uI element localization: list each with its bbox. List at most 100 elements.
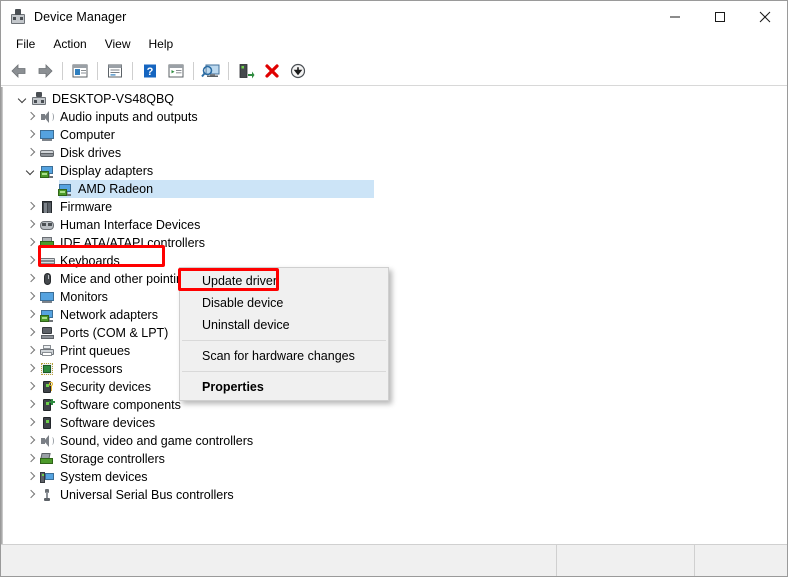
forward-button[interactable] [32, 59, 58, 83]
tree-row[interactable]: Universal Serial Bus controllers [3, 486, 787, 504]
tree-row[interactable]: Software devices [3, 414, 787, 432]
tree-row-label: Display adapters [60, 164, 154, 178]
chevron-right-icon[interactable] [23, 253, 39, 269]
menu-file[interactable]: File [7, 34, 44, 56]
update-driver-icon[interactable] [233, 59, 259, 83]
chevron-right-icon[interactable] [23, 289, 39, 305]
tree-row-label: System devices [60, 470, 148, 484]
chevron-right-icon[interactable] [23, 217, 39, 233]
menu-action[interactable]: Action [44, 34, 95, 56]
tree-rows-container: Audio inputs and outputs Computer Disk dri… [3, 108, 787, 504]
tree-row-label: Firmware [60, 200, 113, 214]
chevron-right-icon[interactable] [23, 235, 39, 251]
chevron-down-icon[interactable] [15, 91, 31, 107]
printer-icon [39, 343, 55, 359]
tree-row-label: Ports (COM & LPT) [60, 326, 169, 340]
tree-row[interactable]: Monitors [3, 288, 787, 306]
tree-row-label: Security devices [60, 380, 152, 394]
context-menu-separator-1 [182, 340, 386, 341]
chevron-right-icon[interactable] [23, 127, 39, 143]
tree-row[interactable]: Network adapters [3, 306, 787, 324]
window-list-icon[interactable] [163, 59, 189, 83]
context-menu-item-disable-device[interactable]: Disable device [180, 292, 388, 314]
chevron-right-icon[interactable] [23, 271, 39, 287]
red-x-icon[interactable] [259, 59, 285, 83]
context-menu-item-scan-for-hardware-changes[interactable]: Scan for hardware changes [180, 345, 388, 367]
tree-row[interactable]: Software components [3, 396, 787, 414]
tree-row[interactable]: Firmware [3, 198, 787, 216]
separator-4 [193, 62, 194, 80]
tree-row[interactable]: Ports (COM & LPT) [3, 324, 787, 342]
tree-row[interactable]: Storage controllers [3, 450, 787, 468]
tree-row-label: Software devices [60, 416, 156, 430]
tree-row[interactable]: Sound, video and game controllers [3, 432, 787, 450]
console-tree-icon[interactable] [67, 59, 93, 83]
tree-row-label: Software components [60, 398, 181, 412]
status-bar-panel-2 [557, 545, 695, 576]
context-menu[interactable]: Update driver Disable device Uninstall d… [179, 267, 389, 401]
tree-row[interactable]: Disk drives [3, 144, 787, 162]
chevron-right-icon[interactable] [23, 415, 39, 431]
tree-row[interactable]: Print queues [3, 342, 787, 360]
chevron-right-icon[interactable] [23, 145, 39, 161]
tree-row[interactable]: Display adapters [3, 162, 787, 180]
separator-5 [228, 62, 229, 80]
context-menu-item-properties[interactable]: Properties [180, 376, 388, 398]
speaker-icon [39, 109, 55, 125]
chevron-right-icon[interactable] [23, 199, 39, 215]
chevron-right-icon[interactable] [23, 325, 39, 341]
chevron-right-icon[interactable] [23, 361, 39, 377]
chevron-right-icon[interactable] [23, 469, 39, 485]
chevron-right-icon[interactable] [23, 109, 39, 125]
maximize-button[interactable] [697, 1, 742, 33]
tree-row-root[interactable]: DESKTOP-VS48QBQ [3, 90, 787, 108]
tree-row[interactable]: Mice and other pointing devices [3, 270, 787, 288]
tree-row[interactable]: Audio inputs and outputs [3, 108, 787, 126]
tree-row-label: Storage controllers [60, 452, 165, 466]
chevron-right-icon[interactable] [23, 379, 39, 395]
chevron-right-icon[interactable] [23, 397, 39, 413]
properties-window-icon[interactable] [102, 59, 128, 83]
network-adapter-icon [39, 307, 55, 323]
down-arrow-circle-icon[interactable] [285, 59, 311, 83]
tree-row[interactable]: IDE ATA/ATAPI controllers [3, 234, 787, 252]
tree-row-label: Keyboards [60, 254, 120, 268]
status-bar-panel-main [1, 545, 557, 576]
tree-row[interactable]: Processors [3, 360, 787, 378]
context-menu-item-update-driver[interactable]: Update driver [180, 270, 388, 292]
tree-row-label: Monitors [60, 290, 108, 304]
close-button[interactable] [742, 1, 787, 33]
tree-row[interactable]: System devices [3, 468, 787, 486]
menu-view[interactable]: View [96, 34, 140, 56]
device-manager-icon [10, 9, 26, 25]
tree-row[interactable]: Security devices [3, 378, 787, 396]
keyboard-icon [39, 253, 55, 269]
device-tree[interactable]: DESKTOP-VS48QBQ Audio inputs and outputs… [3, 87, 787, 544]
chevron-right-icon[interactable] [23, 451, 39, 467]
tree-row-label: Computer [60, 128, 115, 142]
tree-row[interactable]: Keyboards [3, 252, 787, 270]
scan-monitor-icon[interactable] [198, 59, 224, 83]
chevron-right-icon[interactable] [23, 487, 39, 503]
chevron-down-icon[interactable] [23, 163, 39, 179]
back-button[interactable] [6, 59, 32, 83]
mouse-icon [39, 271, 55, 287]
help-question-icon[interactable]: ? [137, 59, 163, 83]
tree-row[interactable]: AMD Radeon [3, 180, 787, 198]
software-device-icon [39, 415, 55, 431]
chevron-right-icon[interactable] [23, 433, 39, 449]
chevron-right-icon[interactable] [23, 343, 39, 359]
menu-help[interactable]: Help [140, 34, 183, 56]
tree-row[interactable]: Human Interface Devices [3, 216, 787, 234]
ide-controller-icon [39, 235, 55, 251]
minimize-button[interactable] [652, 1, 697, 33]
separator-2 [97, 62, 98, 80]
context-menu-item-uninstall-device[interactable]: Uninstall device [180, 314, 388, 336]
tree-row-label: DESKTOP-VS48QBQ [52, 92, 175, 106]
title-bar: Device Manager [1, 1, 787, 33]
status-bar [1, 544, 787, 576]
tree-row[interactable]: Computer [3, 126, 787, 144]
chevron-right-icon[interactable] [23, 307, 39, 323]
tree-row-label: Universal Serial Bus controllers [60, 488, 234, 502]
processor-icon [39, 361, 55, 377]
